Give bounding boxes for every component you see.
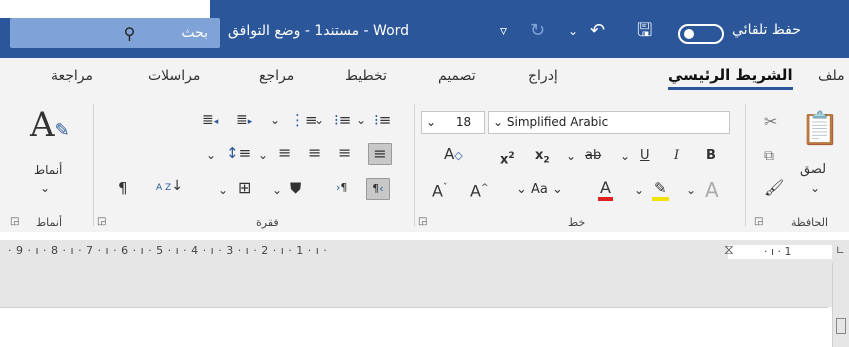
ruler-right-marks: · ı · 1 xyxy=(764,245,792,258)
font-name-field[interactable]: ⌄ Simplified Arabic xyxy=(488,111,730,134)
underline-button[interactable]: U xyxy=(640,146,650,166)
font-size-dropdown-icon[interactable]: ⌄ xyxy=(426,115,436,129)
paragraph-launcher-icon[interactable]: ◲ xyxy=(97,216,106,227)
copy-icon[interactable]: ⧉ xyxy=(764,146,774,166)
font-group-label: خط xyxy=(568,216,586,229)
grow-font-icon[interactable]: A^ xyxy=(470,178,489,201)
tab-references[interactable]: مراجع xyxy=(259,68,294,84)
borders-dropdown-icon[interactable]: ⌄ xyxy=(218,180,228,200)
search-label: بحث xyxy=(181,25,208,41)
show-paragraph-marks-icon[interactable]: ¶ xyxy=(118,178,128,198)
tab-design[interactable]: تصميم xyxy=(438,68,476,84)
redo-icon[interactable]: ↻ xyxy=(530,20,545,42)
subscript-button[interactable]: x2 xyxy=(535,146,550,171)
strikethrough-button[interactable]: ab xyxy=(585,146,601,166)
group-divider xyxy=(414,104,415,226)
font-color-dropdown-icon[interactable]: ⌄ xyxy=(634,180,644,200)
indent-marker-icon[interactable]: ⧖ xyxy=(724,242,734,258)
styles-label[interactable]: أنماط xyxy=(34,160,62,180)
toggle-knob xyxy=(684,29,694,39)
tab-insert[interactable]: إدراج xyxy=(528,68,558,84)
paste-label[interactable]: لصق xyxy=(800,160,826,180)
bullets-icon[interactable]: ⁝≡ xyxy=(374,110,391,130)
highlight-color-icon[interactable]: ✎ xyxy=(652,178,669,201)
borders-icon[interactable]: ⊞ xyxy=(238,178,251,198)
decrease-indent-icon[interactable]: ≣◂ xyxy=(202,110,218,132)
tab-mailings[interactable]: مراسلات xyxy=(148,68,200,84)
numbering-icon[interactable]: ⁝≡ xyxy=(334,110,351,130)
clear-formatting-icon[interactable]: A◇ xyxy=(444,144,463,166)
justify-button[interactable]: ≡ xyxy=(278,143,291,163)
clipboard-group-label: الحافظة xyxy=(791,216,829,229)
underline-dropdown-icon[interactable]: ⌄ xyxy=(620,146,630,166)
line-spacing-dropdown-icon[interactable]: ⌄ xyxy=(206,145,216,165)
tab-review[interactable]: مراجعة xyxy=(51,68,93,84)
cut-icon[interactable]: ✂ xyxy=(764,112,777,132)
align-right-button[interactable]: ≡ xyxy=(368,143,392,165)
styles-gallery-icon[interactable]: A✎ xyxy=(30,104,70,152)
search-icon: ⚲ xyxy=(123,23,136,43)
ribbon-tabs: ملف الشريط الرئيسي إدراج تصميم تخطيط مرا… xyxy=(0,58,849,98)
ltr-direction-button[interactable]: ›¶ xyxy=(336,178,347,198)
paste-dropdown-icon[interactable]: ⌄ xyxy=(810,178,820,198)
window-title: مستند1 - وضع التوافق - Word xyxy=(228,23,410,39)
styles-launcher-icon[interactable]: ◲ xyxy=(10,216,19,227)
font-launcher-icon[interactable]: ◲ xyxy=(418,216,427,227)
undo-icon[interactable]: ↶ xyxy=(590,20,605,42)
scrollbar-marker[interactable] xyxy=(836,318,846,334)
font-name-dropdown-icon[interactable]: ⌄ xyxy=(493,115,503,129)
ruler-text-area: · ı · 1 ⧖ xyxy=(724,242,832,259)
search-box[interactable]: بحث ⚲ xyxy=(10,18,220,48)
shrink-font-icon[interactable]: Aˇ xyxy=(432,178,447,201)
line-spacing-icon[interactable]: ↕≡ xyxy=(226,143,251,163)
align-center-button[interactable]: ≡ xyxy=(338,143,351,163)
tab-file[interactable]: ملف xyxy=(818,68,845,84)
bold-button[interactable]: B xyxy=(706,146,716,166)
tab-selector-icon[interactable]: ∟ xyxy=(836,244,845,257)
superscript-button[interactable]: x2 xyxy=(500,146,515,170)
paste-icon[interactable]: 📋 xyxy=(800,106,840,150)
multilevel-list-icon[interactable]: ⋮≡ xyxy=(290,110,318,130)
group-divider xyxy=(93,104,94,226)
justify-dropdown-icon[interactable]: ⌄ xyxy=(258,145,268,165)
shading-dropdown-icon[interactable]: ⌄ xyxy=(272,180,282,200)
clipboard-launcher-icon[interactable]: ◲ xyxy=(754,216,763,227)
shading-icon[interactable]: ⛊ xyxy=(290,178,301,198)
italic-button[interactable]: I xyxy=(674,146,679,166)
align-left-button[interactable]: ≡ xyxy=(308,143,321,163)
increase-indent-icon[interactable]: ≣▸ xyxy=(236,110,252,132)
rtl-direction-button[interactable]: ¶‹ xyxy=(366,178,390,200)
customize-quick-access-icon[interactable]: ▿ xyxy=(500,20,507,42)
paragraph-group-label: فقرة xyxy=(256,216,279,229)
tab-home[interactable]: الشريط الرئيسي xyxy=(668,66,793,90)
ruler-marks: · 9 · ı · 8 · ı · 7 · ı · 6 · ı · 5 · ı … xyxy=(8,244,328,257)
document-background xyxy=(0,263,849,307)
group-divider xyxy=(745,104,746,226)
strikethrough-dropdown-icon[interactable]: ⌄ xyxy=(566,146,576,166)
save-icon[interactable]: 🖫 xyxy=(637,20,652,42)
document-page[interactable] xyxy=(0,307,828,347)
multilevel-dropdown-icon[interactable]: ⌄ xyxy=(270,110,280,130)
vertical-scrollbar[interactable] xyxy=(832,263,849,347)
bullets-dropdown-icon[interactable]: ⌄ xyxy=(356,110,366,130)
undo-dropdown-icon[interactable]: ⌄ xyxy=(568,20,578,42)
tab-layout[interactable]: تخطيط xyxy=(345,68,387,84)
sort-icon[interactable]: A Z↓ xyxy=(156,176,183,198)
title-bar-margin xyxy=(0,0,210,18)
highlight-dropdown-icon[interactable]: ⌄ xyxy=(686,180,696,200)
font-size-value: 18 xyxy=(455,115,472,129)
text-effects-icon[interactable]: A xyxy=(705,180,719,200)
autosave-label: حفظ تلقائي xyxy=(732,22,801,38)
font-color-icon[interactable]: A xyxy=(598,178,613,201)
horizontal-ruler[interactable]: · 9 · ı · 8 · ı · 7 · ı · 6 · ı · 5 · ı … xyxy=(0,240,849,263)
font-size-field[interactable]: ⌄ 18 xyxy=(421,111,485,134)
styles-group-label: أنماط xyxy=(36,216,63,229)
format-painter-icon[interactable]: 🖌 xyxy=(764,178,784,198)
styles-dropdown-icon[interactable]: ⌄ xyxy=(40,178,50,198)
font-name-value: Simplified Arabic xyxy=(506,115,609,129)
change-case-button[interactable]: ⌄ Aa ⌄ xyxy=(516,180,563,200)
autosave-toggle[interactable] xyxy=(678,24,724,44)
